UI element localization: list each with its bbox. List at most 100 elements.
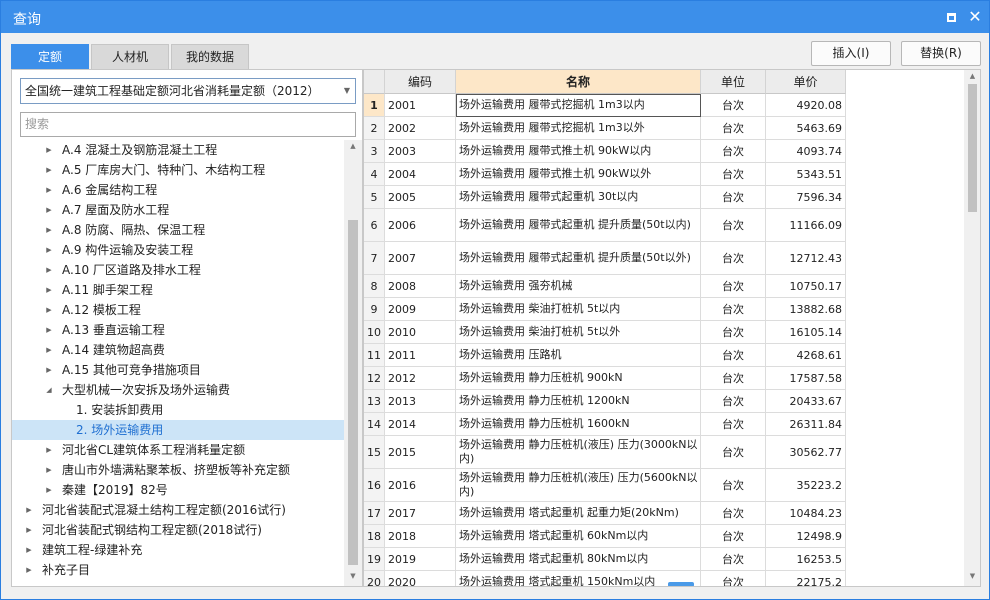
table-scrollbar[interactable]: ▲ ▼ — [964, 70, 980, 586]
cell-price[interactable]: 4268.61 — [766, 344, 846, 367]
scroll-down-icon[interactable]: ▼ — [964, 572, 980, 580]
cell-price[interactable]: 12712.43 — [766, 242, 846, 275]
cell-unit[interactable]: 台次 — [701, 571, 766, 586]
cell-price[interactable]: 7596.34 — [766, 186, 846, 209]
tree-node[interactable]: ▶ A.14 建筑物超高费 — [12, 340, 344, 360]
cell-name[interactable]: 场外运输费用 履带式推土机 90kW以外 — [456, 163, 701, 186]
row-index[interactable]: 7 — [364, 242, 385, 275]
collapsed-arrow-icon[interactable]: ▶ — [44, 300, 54, 320]
cell-code[interactable]: 2011 — [385, 344, 456, 367]
column-header-name[interactable]: 名称 — [456, 70, 701, 94]
cell-name[interactable]: 场外运输费用 静力压桩机 1200kN — [456, 390, 701, 413]
tree-node[interactable]: ▶ 唐山市外墙满粘聚苯板、挤塑板等补充定额 — [12, 460, 344, 480]
tree-node[interactable]: ▶ A.7 屋面及防水工程 — [12, 200, 344, 220]
cell-name[interactable]: 场外运输费用 履带式推土机 90kW以内 — [456, 140, 701, 163]
cell-name[interactable]: 场外运输费用 履带式起重机 提升质量(50t以内) — [456, 209, 701, 242]
row-index[interactable]: 12 — [364, 367, 385, 390]
cell-name[interactable]: 场外运输费用 塔式起重机 60kNm以内 — [456, 525, 701, 548]
row-index[interactable]: 16 — [364, 469, 385, 502]
tree-node[interactable]: ▶ A.5 厂库房大门、特种门、木结构工程 — [12, 160, 344, 180]
row-index[interactable]: 2 — [364, 117, 385, 140]
row-index[interactable]: 17 — [364, 502, 385, 525]
close-button[interactable]: ✕ — [965, 7, 985, 27]
tree-node[interactable]: ▶ A.8 防腐、隔热、保温工程 — [12, 220, 344, 240]
tab-my-data[interactable]: 我的数据 — [171, 44, 249, 69]
collapsed-arrow-icon[interactable]: ▶ — [24, 500, 34, 520]
tree-node[interactable]: ◢ 大型机械一次安拆及场外运输费 — [12, 380, 344, 400]
collapsed-arrow-icon[interactable]: ▶ — [44, 440, 54, 460]
tab-labor-material-machine[interactable]: 人材机 — [91, 44, 169, 69]
collapsed-arrow-icon[interactable]: ▶ — [24, 520, 34, 540]
collapsed-arrow-icon[interactable]: ▶ — [44, 480, 54, 500]
splitter-handle[interactable] — [668, 582, 694, 586]
cell-price[interactable]: 11166.09 — [766, 209, 846, 242]
cell-unit[interactable]: 台次 — [701, 436, 766, 469]
cell-price[interactable]: 13882.68 — [766, 298, 846, 321]
cell-unit[interactable]: 台次 — [701, 140, 766, 163]
cell-price[interactable]: 22175.2 — [766, 571, 846, 586]
row-index[interactable]: 8 — [364, 275, 385, 298]
cell-code[interactable]: 2015 — [385, 436, 456, 469]
cell-code[interactable]: 2009 — [385, 298, 456, 321]
cell-unit[interactable]: 台次 — [701, 242, 766, 275]
cell-code[interactable]: 2019 — [385, 548, 456, 571]
cell-unit[interactable]: 台次 — [701, 548, 766, 571]
row-index[interactable]: 9 — [364, 298, 385, 321]
tree-node[interactable]: ▶ A.13 垂直运输工程 — [12, 320, 344, 340]
cell-price[interactable]: 30562.77 — [766, 436, 846, 469]
collapsed-arrow-icon[interactable]: ▶ — [44, 320, 54, 340]
library-select[interactable]: 全国统一建筑工程基础定额河北省消耗量定额（2012） ▼ — [20, 78, 356, 104]
cell-unit[interactable]: 台次 — [701, 413, 766, 436]
scroll-down-icon[interactable]: ▼ — [344, 572, 362, 580]
cell-price[interactable]: 17587.58 — [766, 367, 846, 390]
cell-name[interactable]: 场外运输费用 静力压桩机(液压) 压力(3000kN以内) — [456, 436, 701, 469]
tree-node[interactable]: ▶ A.6 金属结构工程 — [12, 180, 344, 200]
insert-button[interactable]: 插入(I) — [811, 41, 891, 66]
cell-name[interactable]: 场外运输费用 强夯机械 — [456, 275, 701, 298]
tree-node[interactable]: ▶ A.4 混凝土及钢筋混凝土工程 — [12, 140, 344, 160]
maximize-button[interactable] — [941, 7, 961, 27]
row-index[interactable]: 1 — [364, 94, 385, 117]
tree-node[interactable]: ▶ 河北省装配式混凝土结构工程定额(2016试行) — [12, 500, 344, 520]
cell-name[interactable]: 场外运输费用 履带式起重机 提升质量(50t以外) — [456, 242, 701, 275]
cell-code[interactable]: 2006 — [385, 209, 456, 242]
cell-unit[interactable]: 台次 — [701, 390, 766, 413]
row-index[interactable]: 14 — [364, 413, 385, 436]
row-index[interactable]: 6 — [364, 209, 385, 242]
cell-name[interactable]: 场外运输费用 柴油打桩机 5t以外 — [456, 321, 701, 344]
row-index[interactable]: 13 — [364, 390, 385, 413]
cell-price[interactable]: 16105.14 — [766, 321, 846, 344]
cell-code[interactable]: 2001 — [385, 94, 456, 117]
cell-unit[interactable]: 台次 — [701, 525, 766, 548]
collapsed-arrow-icon[interactable]: ▶ — [44, 140, 54, 160]
cell-name[interactable]: 场外运输费用 静力压桩机 1600kN — [456, 413, 701, 436]
collapsed-arrow-icon[interactable]: ▶ — [44, 360, 54, 380]
cell-name[interactable]: 场外运输费用 静力压桩机(液压) 压力(5600kN以内) — [456, 469, 701, 502]
scroll-up-icon[interactable]: ▲ — [344, 142, 362, 150]
cell-price[interactable]: 5463.69 — [766, 117, 846, 140]
tree-node[interactable]: 1. 安装拆卸费用 — [12, 400, 344, 420]
collapsed-arrow-icon[interactable]: ▶ — [44, 220, 54, 240]
cell-unit[interactable]: 台次 — [701, 163, 766, 186]
cell-unit[interactable]: 台次 — [701, 275, 766, 298]
cell-price[interactable]: 5343.51 — [766, 163, 846, 186]
row-index[interactable]: 10 — [364, 321, 385, 344]
expanded-arrow-icon[interactable]: ◢ — [44, 380, 54, 400]
tree-node[interactable]: ▶ 河北省CL建筑体系工程消耗量定额 — [12, 440, 344, 460]
tree-node[interactable]: ▶ A.9 构件运输及安装工程 — [12, 240, 344, 260]
cell-code[interactable]: 2016 — [385, 469, 456, 502]
cell-code[interactable]: 2004 — [385, 163, 456, 186]
tree-node[interactable]: ▶ A.11 脚手架工程 — [12, 280, 344, 300]
tree-node[interactable]: ▶ A.15 其他可竞争措施项目 — [12, 360, 344, 380]
collapsed-arrow-icon[interactable]: ▶ — [24, 560, 34, 580]
collapsed-arrow-icon[interactable]: ▶ — [44, 340, 54, 360]
cell-unit[interactable]: 台次 — [701, 117, 766, 140]
column-header-code[interactable]: 编码 — [385, 70, 456, 94]
cell-code[interactable]: 2017 — [385, 502, 456, 525]
cell-name[interactable]: 场外运输费用 塔式起重机 起重力矩(20kNm) — [456, 502, 701, 525]
cell-unit[interactable]: 台次 — [701, 469, 766, 502]
cell-name[interactable]: 场外运输费用 静力压桩机 900kN — [456, 367, 701, 390]
row-index[interactable]: 4 — [364, 163, 385, 186]
row-index[interactable]: 15 — [364, 436, 385, 469]
collapsed-arrow-icon[interactable]: ▶ — [44, 160, 54, 180]
